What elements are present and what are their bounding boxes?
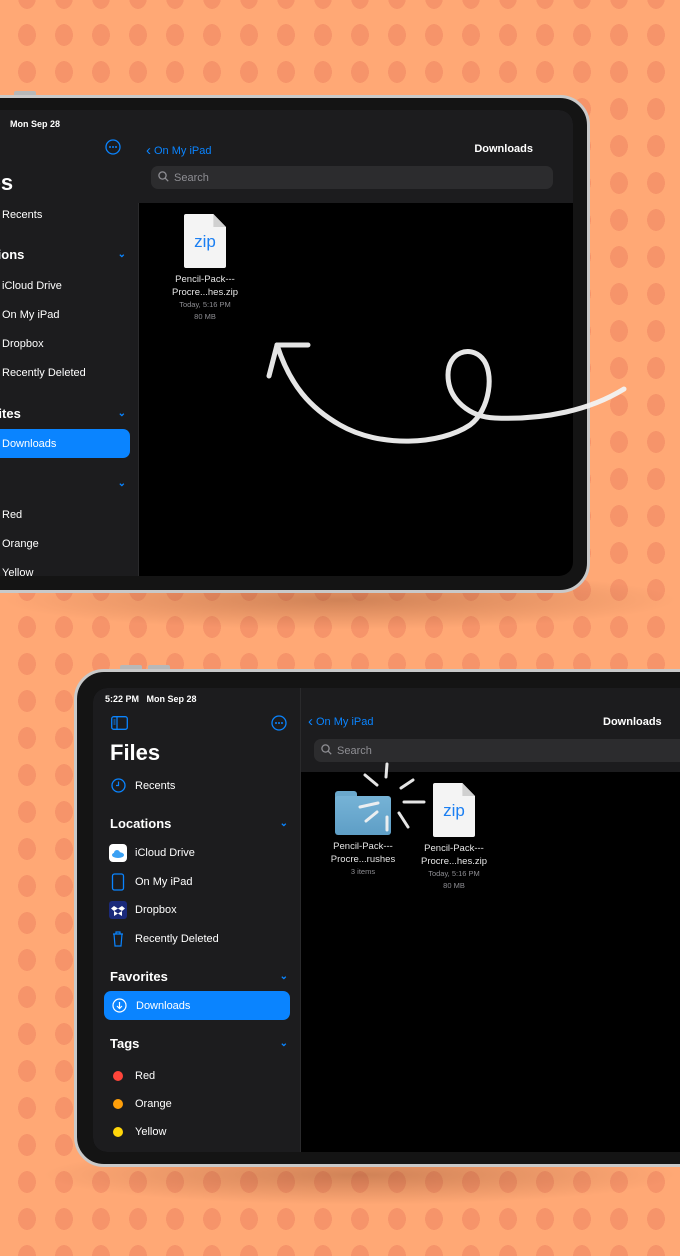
section-header-locations[interactable]: Locations ⌄ [93,812,300,834]
section-title: Tags [110,1035,140,1051]
sidebar-item-tag-orange[interactable]: Orange [93,1089,300,1118]
search-input[interactable]: Search [314,739,680,762]
sidebar-item-icloud-drive[interactable]: iCloud Drive [93,838,300,867]
sidebar-item-label: Recents [135,779,176,792]
sidebar-item-dropbox[interactable]: Dropbox [93,895,300,924]
sidebar-item-tag-red[interactable]: Red [93,1061,300,1090]
section-title: Favorites [110,968,168,984]
zip-file-icon: zip [433,783,475,837]
sidebar-item-downloads[interactable]: Downloads [104,991,290,1020]
status-date: Mon Sep 28 [146,694,197,704]
trash-icon [109,930,127,948]
section-title: Locations [110,815,172,831]
sidebar-item-on-my-ipad[interactable]: On My iPad [93,867,300,896]
sidebar-item-label: iCloud Drive [135,846,195,859]
sidebar-item-label: Downloads [136,999,191,1012]
file-name: Pencil-Pack--- Procre...rushes [330,841,396,865]
icloud-icon [109,843,127,862]
more-options-button[interactable] [271,715,287,736]
chalk-arrow-annotation [266,342,627,444]
tag-dot-icon [113,1126,123,1137]
chevron-left-icon: ‹ [308,713,313,730]
screen: 5:22 PM Mon Sep 28 Files Recents Locatio… [93,688,680,1152]
sidebar-item-recently-deleted[interactable]: Recently Deleted [93,924,300,953]
back-button[interactable]: ‹ On My iPad [308,713,373,730]
sidebar-toggle-button[interactable] [111,716,128,735]
clock-icon [109,777,127,795]
chevron-down-icon: ⌄ [279,1037,288,1049]
sidebar-item-label: Yellow [135,1125,167,1138]
sidebar: 5:22 PM Mon Sep 28 Files Recents Locatio… [93,688,301,1152]
sidebar-item-label: Red [135,1069,156,1082]
ipad-icon [109,872,127,891]
ipad-device-bottom: 5:22 PM Mon Sep 28 Files Recents Locatio… [74,669,680,1167]
dropbox-icon [109,900,127,919]
status-bar: 5:22 PM Mon Sep 28 [105,694,197,704]
search-icon [321,743,332,758]
sidebar-item-label: On My iPad [135,875,193,888]
sidebar-item-recents[interactable]: Recents [93,771,300,800]
back-label: On My iPad [316,715,374,728]
page-title: Downloads [603,716,662,728]
folder-item-count: 3 items [350,867,376,876]
search-placeholder: Search [337,744,372,757]
status-time: 5:22 PM [105,694,140,704]
ellipsis-circle-icon [271,715,287,731]
sidebar-item-label: Dropbox [135,903,177,916]
sidebar-item-tag-yellow[interactable]: Yellow [93,1117,300,1146]
sidebar-icon [111,716,128,730]
chalk-sparkle-annotation [358,762,426,832]
file-name: Pencil-Pack--- Procre...hes.zip [421,843,487,867]
tag-dot-icon [113,1070,123,1081]
sidebar-item-label: Orange [135,1097,172,1110]
file-date: Today, 5:16 PM [428,869,480,878]
tag-dot-icon [113,1098,123,1109]
section-header-tags[interactable]: Tags ⌄ [93,1032,300,1054]
sidebar-item-label: Recently Deleted [135,932,219,945]
file-size: 80 MB [443,881,465,890]
sidebar-title: Files [110,740,161,765]
download-circle-icon [110,997,128,1015]
chevron-down-icon: ⌄ [279,970,288,982]
section-header-favorites[interactable]: Favorites ⌄ [93,965,300,987]
chevron-down-icon: ⌄ [279,817,288,829]
